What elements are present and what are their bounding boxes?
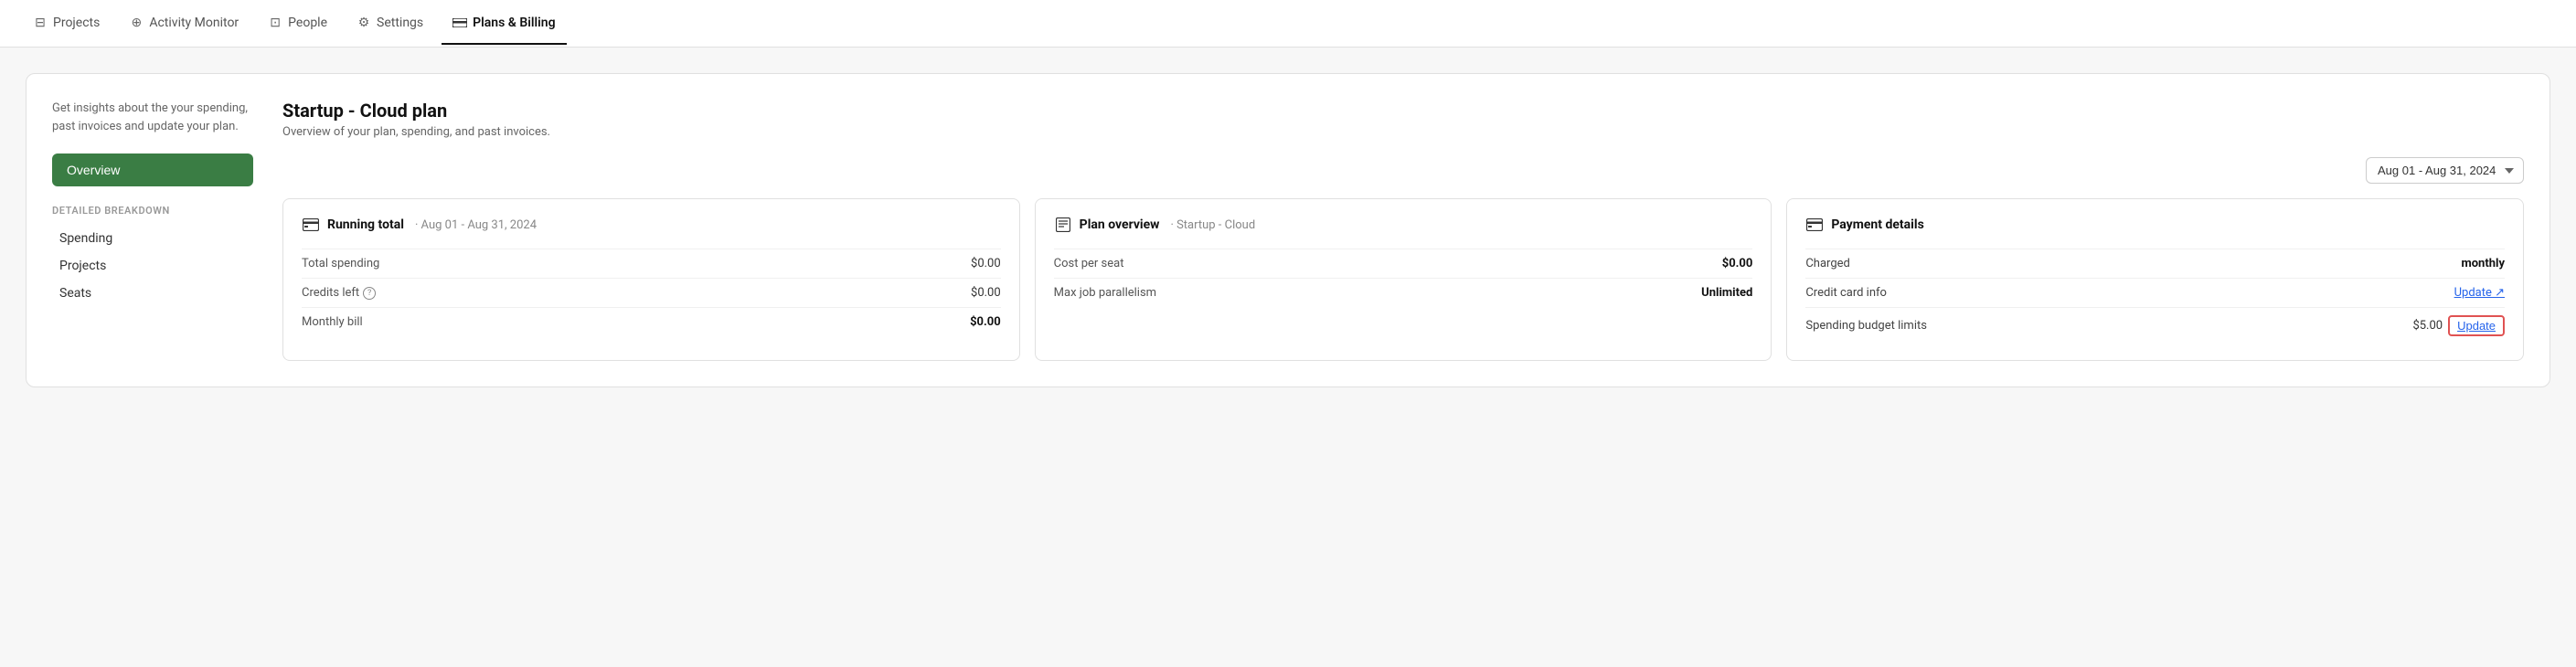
max-parallelism-label: Max job parallelism xyxy=(1054,286,1156,300)
content-card: Get insights about the your spending, pa… xyxy=(26,73,2550,387)
credit-card-label: Credit card info xyxy=(1805,286,1887,300)
running-total-icon xyxy=(302,216,320,234)
payment-details-title: Payment details xyxy=(1831,217,1923,232)
main-content: Startup - Cloud plan Overview of your pl… xyxy=(282,100,2524,361)
sidebar-link-projects[interactable]: Projects xyxy=(52,253,253,279)
nav-label-activity-monitor: Activity Monitor xyxy=(149,16,239,30)
charged-value: monthly xyxy=(2461,257,2505,270)
total-spending-value: $0.00 xyxy=(971,257,1001,270)
settings-icon: ⚙ xyxy=(357,16,371,30)
nav-label-projects: Projects xyxy=(53,16,100,30)
nav-item-activity-monitor[interactable]: ⊕ Activity Monitor xyxy=(118,3,250,45)
nav-item-projects[interactable]: ⊟ Projects xyxy=(22,3,111,45)
plan-overview-subtitle: · Startup - Cloud xyxy=(1170,218,1255,232)
running-total-card: Running total · Aug 01 - Aug 31, 2024 To… xyxy=(282,198,1020,361)
spending-budget-row: Spending budget limits $5.00 Update xyxy=(1805,307,2505,344)
spending-budget-label: Spending budget limits xyxy=(1805,319,1927,333)
running-total-subtitle: · Aug 01 - Aug 31, 2024 xyxy=(415,218,537,232)
total-spending-row: Total spending $0.00 xyxy=(302,249,1001,278)
plan-overview-card: Plan overview · Startup - Cloud Cost per… xyxy=(1035,198,1772,361)
monthly-bill-row: Monthly bill $0.00 xyxy=(302,307,1001,336)
spending-budget-controls: $5.00 Update xyxy=(2412,315,2505,336)
main-container: Get insights about the your spending, pa… xyxy=(0,48,2576,667)
date-row: Aug 01 - Aug 31, 2024 xyxy=(282,157,2524,184)
spending-budget-amount: $5.00 xyxy=(2412,319,2443,333)
date-range-select[interactable]: Aug 01 - Aug 31, 2024 xyxy=(2366,157,2524,184)
sidebar-link-spending[interactable]: Spending xyxy=(52,226,253,251)
credit-card-row: Credit card info Update ↗ xyxy=(1805,278,2505,307)
cost-per-seat-value: $0.00 xyxy=(1722,257,1753,270)
total-spending-label: Total spending xyxy=(302,257,379,270)
max-parallelism-row: Max job parallelism Unlimited xyxy=(1054,278,1753,307)
charged-label: Charged xyxy=(1805,257,1850,270)
plans-billing-icon xyxy=(452,16,467,30)
max-parallelism-value: Unlimited xyxy=(1701,286,1752,300)
nav-item-people[interactable]: ⊡ People xyxy=(257,3,338,45)
nav-item-plans-billing[interactable]: Plans & Billing xyxy=(442,3,566,45)
nav-label-settings: Settings xyxy=(377,16,423,30)
sidebar: Get insights about the your spending, pa… xyxy=(52,100,253,361)
charged-row: Charged monthly xyxy=(1805,249,2505,278)
monthly-bill-value: $0.00 xyxy=(970,315,1001,329)
spending-budget-update-button[interactable]: Update xyxy=(2448,315,2505,336)
cost-per-seat-row: Cost per seat $0.00 xyxy=(1054,249,1753,278)
payment-details-header: Payment details xyxy=(1805,216,2505,234)
credit-card-update-link[interactable]: Update ↗ xyxy=(2454,286,2505,300)
monthly-bill-label: Monthly bill xyxy=(302,315,363,329)
overview-button[interactable]: Overview xyxy=(52,154,253,186)
sidebar-description: Get insights about the your spending, pa… xyxy=(52,100,253,135)
plan-overview-icon xyxy=(1054,216,1072,234)
cards-row: Running total · Aug 01 - Aug 31, 2024 To… xyxy=(282,198,2524,361)
nav-item-settings[interactable]: ⚙ Settings xyxy=(346,3,434,45)
credits-left-row: Credits left ? $0.00 xyxy=(302,278,1001,307)
plan-overview-header: Plan overview · Startup - Cloud xyxy=(1054,216,1753,234)
credits-left-value: $0.00 xyxy=(971,286,1001,300)
plan-overview-title: Plan overview xyxy=(1080,217,1160,232)
sidebar-section-label: DETAILED BREAKDOWN xyxy=(52,205,253,217)
credits-info-icon[interactable]: ? xyxy=(363,287,376,300)
cost-per-seat-label: Cost per seat xyxy=(1054,257,1124,270)
credits-left-label: Credits left ? xyxy=(302,286,376,300)
nav-label-plans-billing: Plans & Billing xyxy=(473,16,555,30)
sidebar-link-seats[interactable]: Seats xyxy=(52,281,253,306)
running-total-header: Running total · Aug 01 - Aug 31, 2024 xyxy=(302,216,1001,234)
nav-bar: ⊟ Projects ⊕ Activity Monitor ⊡ People ⚙… xyxy=(0,0,2576,48)
running-total-title: Running total xyxy=(327,217,404,232)
people-icon: ⊡ xyxy=(268,16,282,30)
projects-icon: ⊟ xyxy=(33,16,48,30)
plan-subtitle: Overview of your plan, spending, and pas… xyxy=(282,125,2524,139)
payment-details-icon xyxy=(1805,216,1824,234)
nav-label-people: People xyxy=(288,16,327,30)
activity-monitor-icon: ⊕ xyxy=(129,16,144,30)
payment-details-card: Payment details Charged monthly Credit c… xyxy=(1786,198,2524,361)
plan-title: Startup - Cloud plan xyxy=(282,100,2524,122)
